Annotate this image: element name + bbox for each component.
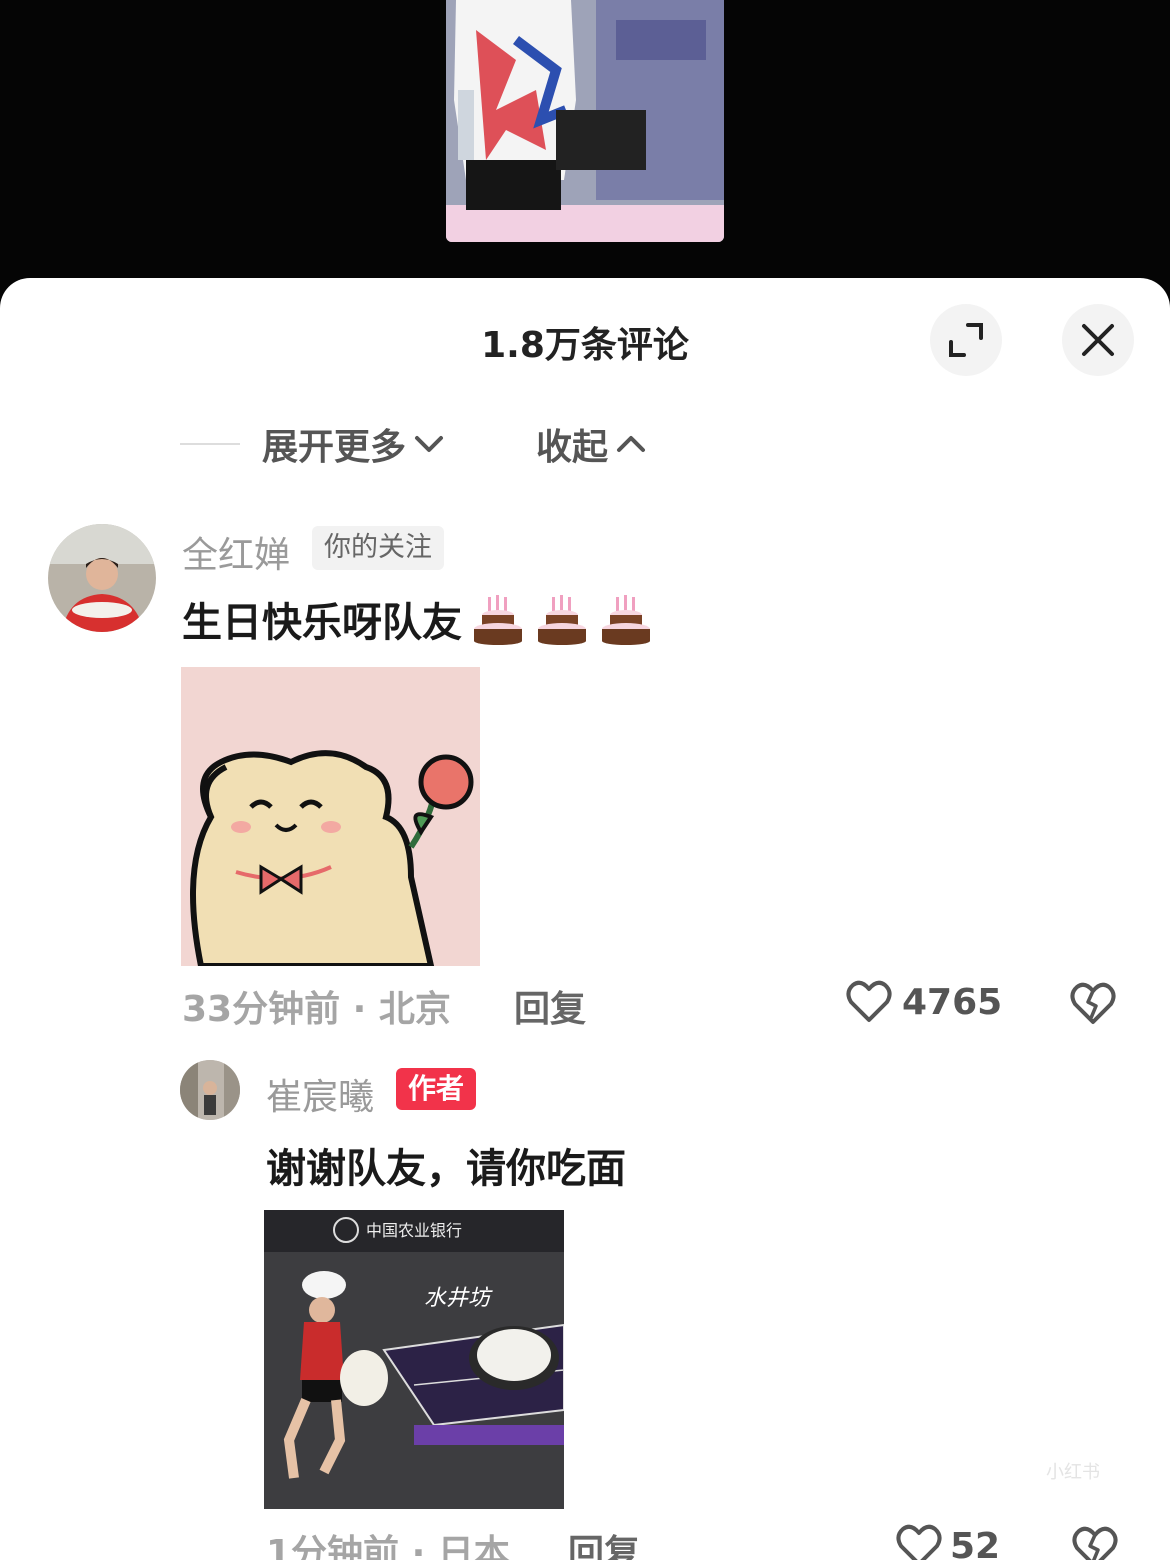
comment-text: 生日快乐呀队友 [182,590,664,648]
fullscreen-button[interactable] [930,304,1002,376]
birthday-cake-icon [602,595,650,645]
comment-body: 谢谢队友，请你吃面 [266,1146,626,1192]
emoji-group [472,593,664,645]
avatar[interactable] [180,1060,240,1120]
chevron-down-icon [415,436,444,452]
broken-heart-icon [1070,982,1116,1024]
close-button[interactable] [1062,304,1134,376]
birthday-cake-icon [538,595,586,645]
sticker-banner-text: 中国农业银行 [366,1221,462,1240]
comment-username[interactable]: 崔宸曦 [266,1068,374,1120]
broken-heart-icon [1072,1526,1118,1560]
author-badge: 作者 [396,1068,477,1110]
comment-time-location: 33分钟前 · 北京 [182,989,451,1030]
avatar[interactable] [48,524,156,632]
thread-controls: 展开更多 收起 [180,418,648,470]
comment-sticker-image[interactable] [181,667,480,966]
heart-icon [896,1524,942,1560]
watermark: 小红书 [1046,1462,1100,1483]
dislike-button[interactable] [1072,1526,1118,1560]
heart-icon [846,980,892,1022]
like-button[interactable]: 4765 [846,980,1002,1024]
comment-body: 生日快乐呀队友 [182,600,462,646]
comment-username[interactable]: 全红婵 [182,526,290,578]
comment-meta: 1分钟前 · 日本 回复 52 [266,1524,1166,1560]
following-badge: 你的关注 [312,526,444,570]
comment-time-location: 1分钟前 · 日本 [266,1533,510,1560]
like-button[interactable]: 52 [896,1524,1000,1560]
comment-sticker-image[interactable]: 中国农业银行 水井坊 [264,1210,564,1509]
divider [180,443,240,445]
chevron-up-icon [617,436,646,452]
video-frame [446,0,724,242]
expand-more-label: 展开更多 [262,427,407,468]
like-count: 4765 [902,981,1003,1023]
birthday-cake-icon [474,595,522,645]
collapse-button[interactable]: 收起 [536,418,648,470]
reply-button[interactable]: 回复 [514,980,586,1032]
like-count: 52 [950,1525,1001,1560]
close-icon [1082,324,1114,356]
comments-sheet: 1.8万条评论 展开更多 收起 全红婵 你的关注 生日快乐呀队友 33分钟前 ·… [0,278,1170,1560]
dislike-button[interactable] [1070,982,1116,1030]
sticker-brand-text: 水井坊 [424,1286,493,1311]
video-player-area[interactable] [0,0,1170,300]
expand-icon [949,323,983,357]
collapse-label: 收起 [536,427,609,468]
comment-meta: 33分钟前 · 北京 回复 4765 [182,980,1142,1030]
expand-more-button[interactable]: 展开更多 [262,418,446,470]
reply-button[interactable]: 回复 [568,1524,640,1560]
